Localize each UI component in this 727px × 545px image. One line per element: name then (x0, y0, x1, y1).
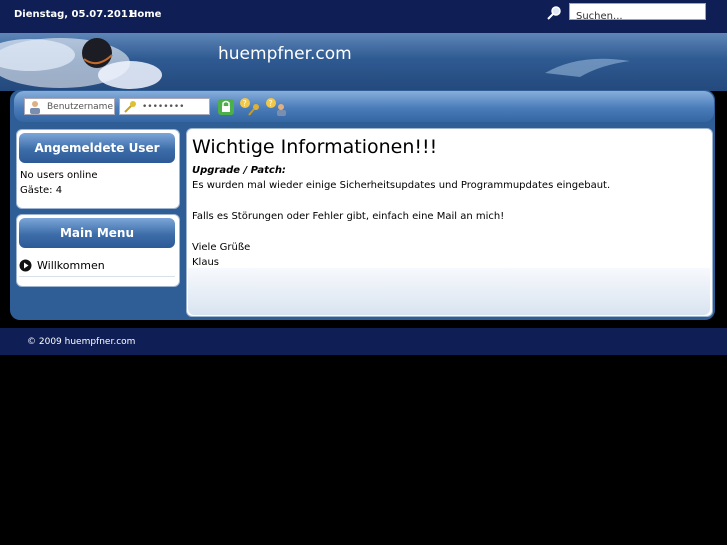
content-footer-gradient (188, 268, 710, 315)
login-lock-icon[interactable] (216, 97, 236, 117)
username-placeholder: Benutzername (47, 102, 113, 112)
main-menu-heading: Main Menu (19, 218, 175, 248)
article-signature: Klaus (192, 257, 220, 268)
guests-count: Gäste: 4 (20, 185, 63, 196)
menu-item-label: Willkommen (37, 259, 105, 272)
header-banner: huempfner.com (0, 33, 727, 91)
svg-text:?: ? (243, 99, 247, 108)
article-greeting: Viele Grüße (192, 242, 251, 253)
article-title: Wichtige Informationen!!! (192, 136, 438, 158)
site-title: huempfner.com (218, 44, 352, 64)
article-line-2: Falls es Störungen oder Fehler gibt, ein… (192, 211, 505, 222)
footer-bar: © 2009 huempfner.com (0, 328, 727, 355)
banner-artwork (0, 38, 630, 89)
article-line-1: Es wurden mal wieder einige Sicherheitsu… (192, 180, 611, 191)
username-field[interactable]: Benutzername (24, 98, 115, 115)
user-icon (30, 101, 40, 114)
top-bar: Dienstag, 05.07.2011 Home Suchen... (0, 0, 727, 33)
menu-item-willkommen[interactable]: Willkommen (19, 258, 175, 277)
password-value: •••••••• (142, 102, 185, 112)
svg-text:?: ? (269, 99, 273, 108)
key-icon (124, 101, 136, 113)
play-icon (19, 259, 32, 272)
search-icon[interactable] (546, 6, 562, 20)
forgot-username-icon[interactable]: ? (265, 97, 289, 117)
copyright-text: © 2009 huempfner.com (27, 337, 136, 347)
article-subtitle: Upgrade / Patch: (192, 165, 286, 176)
search-input[interactable]: Suchen... (569, 3, 706, 22)
users-online-text: No users online (20, 170, 98, 181)
users-heading: Angemeldete User (19, 133, 175, 163)
forgot-password-icon[interactable]: ? (238, 97, 264, 117)
current-date: Dienstag, 05.07.2011 (14, 9, 135, 20)
password-field[interactable]: •••••••• (119, 98, 210, 115)
home-link[interactable]: Home (129, 9, 161, 20)
